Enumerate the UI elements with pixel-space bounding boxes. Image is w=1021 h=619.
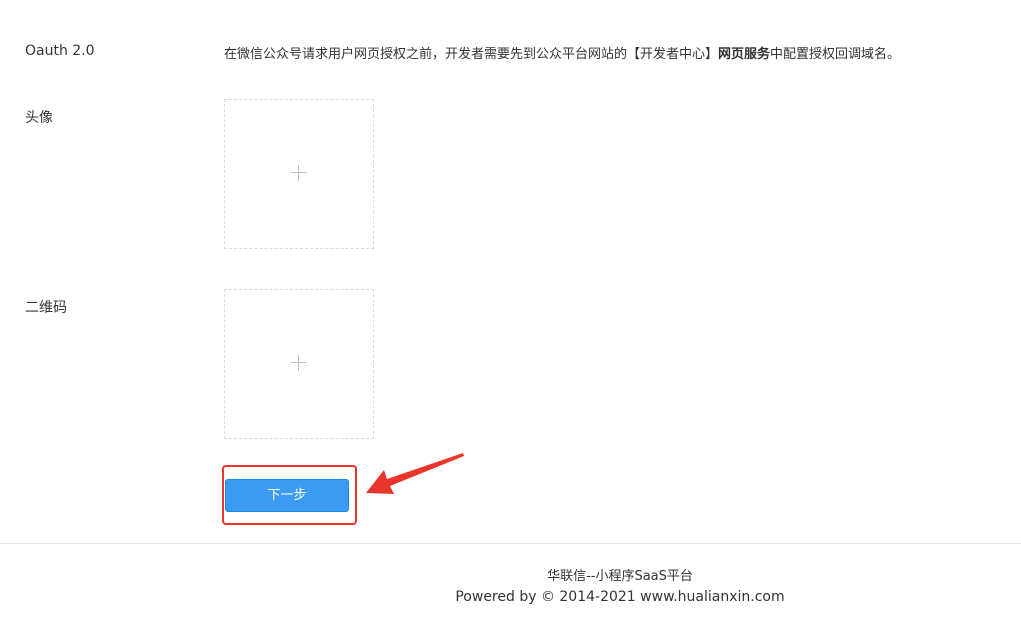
plus-icon — [289, 353, 309, 373]
footer-copyright: Powered by © 2014-2021 www.hualianxin.co… — [455, 589, 785, 605]
footer-brand: 华联信--小程序SaaS平台 — [547, 569, 693, 584]
oauth-description-prefix: 在微信公众号请求用户网页授权之前，开发者需要先到公众平台网站的【开发者中心】 — [224, 47, 719, 62]
oauth-description-suffix: 中配置授权回调域名。 — [770, 47, 901, 62]
oauth-label: Oauth 2.0 — [25, 43, 95, 59]
footer-divider — [0, 543, 1021, 544]
avatar-upload[interactable] — [224, 99, 374, 249]
avatar-label: 头像 — [25, 110, 53, 126]
footer: 华联信--小程序SaaS平台 Powered by © 2014-2021 ww… — [420, 568, 820, 608]
oauth-description: 在微信公众号请求用户网页授权之前，开发者需要先到公众平台网站的【开发者中心】网页… — [224, 43, 900, 62]
page: Oauth 2.0 在微信公众号请求用户网页授权之前，开发者需要先到公众平台网站… — [0, 0, 1021, 619]
oauth-description-bold: 网页服务 — [718, 47, 771, 62]
qrcode-upload[interactable] — [224, 289, 374, 439]
red-arrow-icon — [366, 453, 464, 494]
qrcode-label: 二维码 — [25, 300, 67, 316]
next-step-button[interactable]: 下一步 — [225, 479, 349, 512]
plus-icon — [289, 163, 309, 183]
